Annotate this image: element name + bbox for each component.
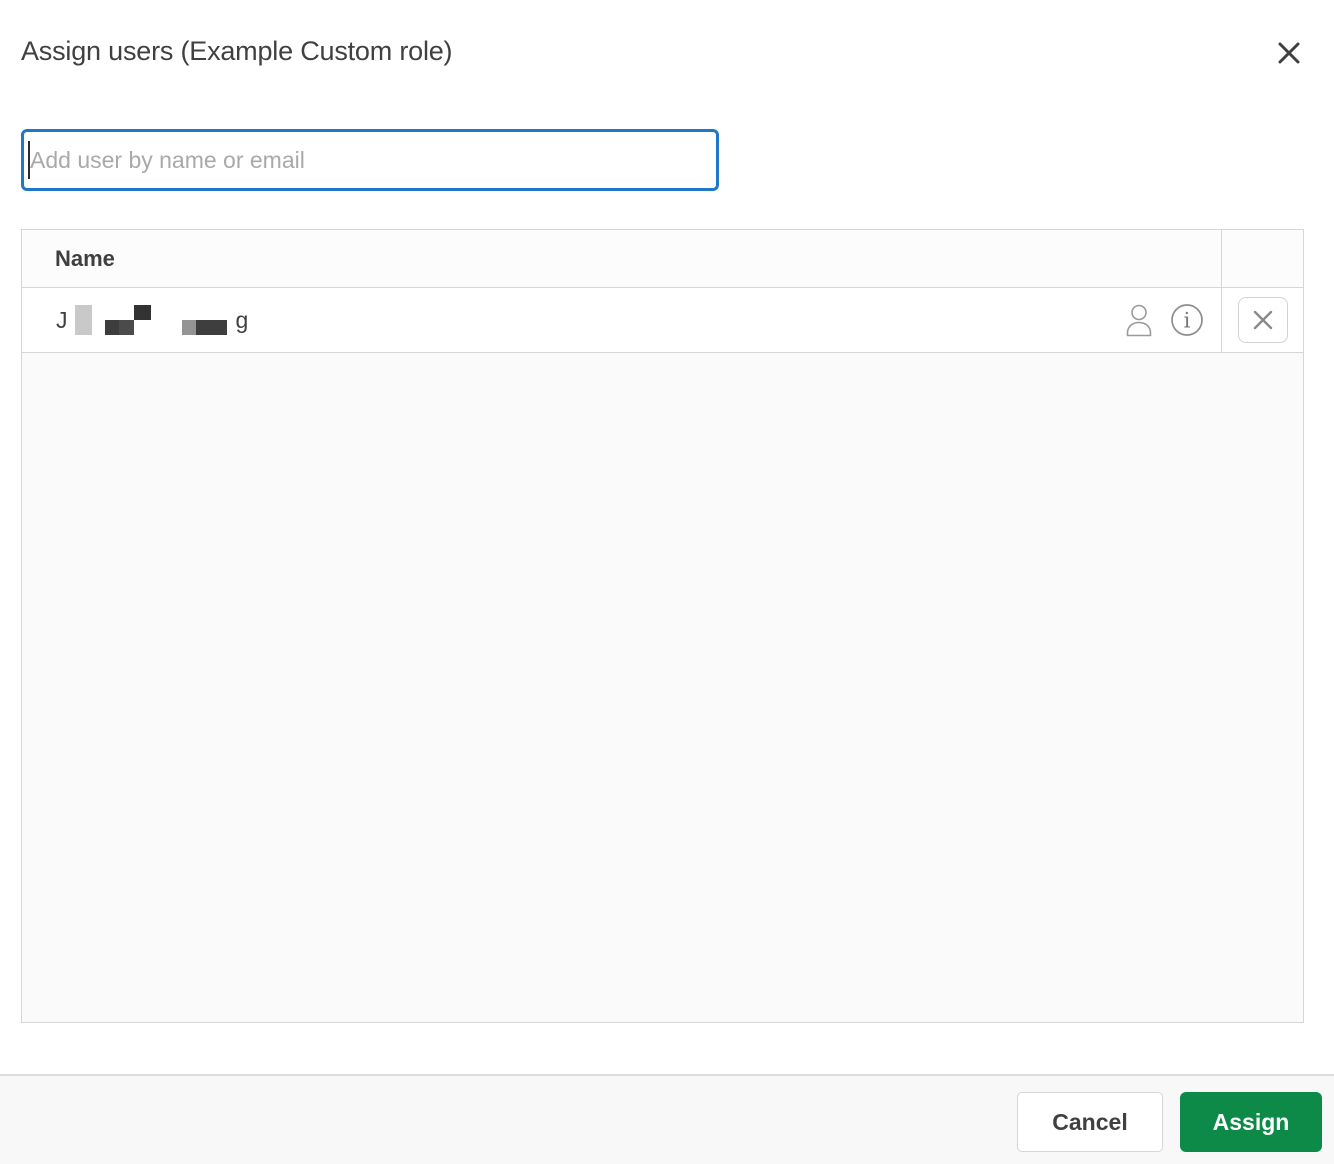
info-button[interactable]: i xyxy=(1169,302,1205,338)
dialog-title: Assign users (Example Custom role) xyxy=(21,36,453,66)
user-row-action-cell xyxy=(1221,288,1303,352)
users-table: Name J g i xyxy=(21,229,1304,1023)
user-row-icons: i xyxy=(1124,302,1221,338)
x-icon xyxy=(1253,310,1272,330)
svg-text:i: i xyxy=(1184,309,1191,333)
assign-button[interactable]: Assign xyxy=(1180,1092,1322,1152)
add-user-input[interactable] xyxy=(21,129,719,191)
user-icon xyxy=(1126,304,1152,337)
cancel-button[interactable]: Cancel xyxy=(1017,1092,1163,1152)
user-name-fragment-last: g xyxy=(235,306,249,333)
redacted-block xyxy=(74,305,92,335)
dialog-footer: Cancel Assign xyxy=(0,1074,1334,1164)
redacted-block xyxy=(104,305,151,335)
user-name-fragment-first: J xyxy=(56,306,68,333)
user-name-cell: J g i xyxy=(22,288,1221,352)
close-button[interactable] xyxy=(1272,36,1306,70)
column-header-actions xyxy=(1221,230,1303,287)
info-icon: i xyxy=(1171,304,1203,336)
close-icon xyxy=(1278,42,1300,64)
assign-users-dialog: Assign users (Example Custom role) Name … xyxy=(0,0,1334,1164)
column-header-name: Name xyxy=(55,245,115,271)
redacted-block xyxy=(181,319,227,335)
text-cursor xyxy=(28,141,30,179)
table-header-row: Name xyxy=(22,230,1303,288)
add-user-input-wrap xyxy=(21,129,719,191)
remove-user-button[interactable] xyxy=(1237,297,1288,343)
user-row: J g i xyxy=(22,288,1303,353)
table-empty-area xyxy=(22,353,1303,1022)
